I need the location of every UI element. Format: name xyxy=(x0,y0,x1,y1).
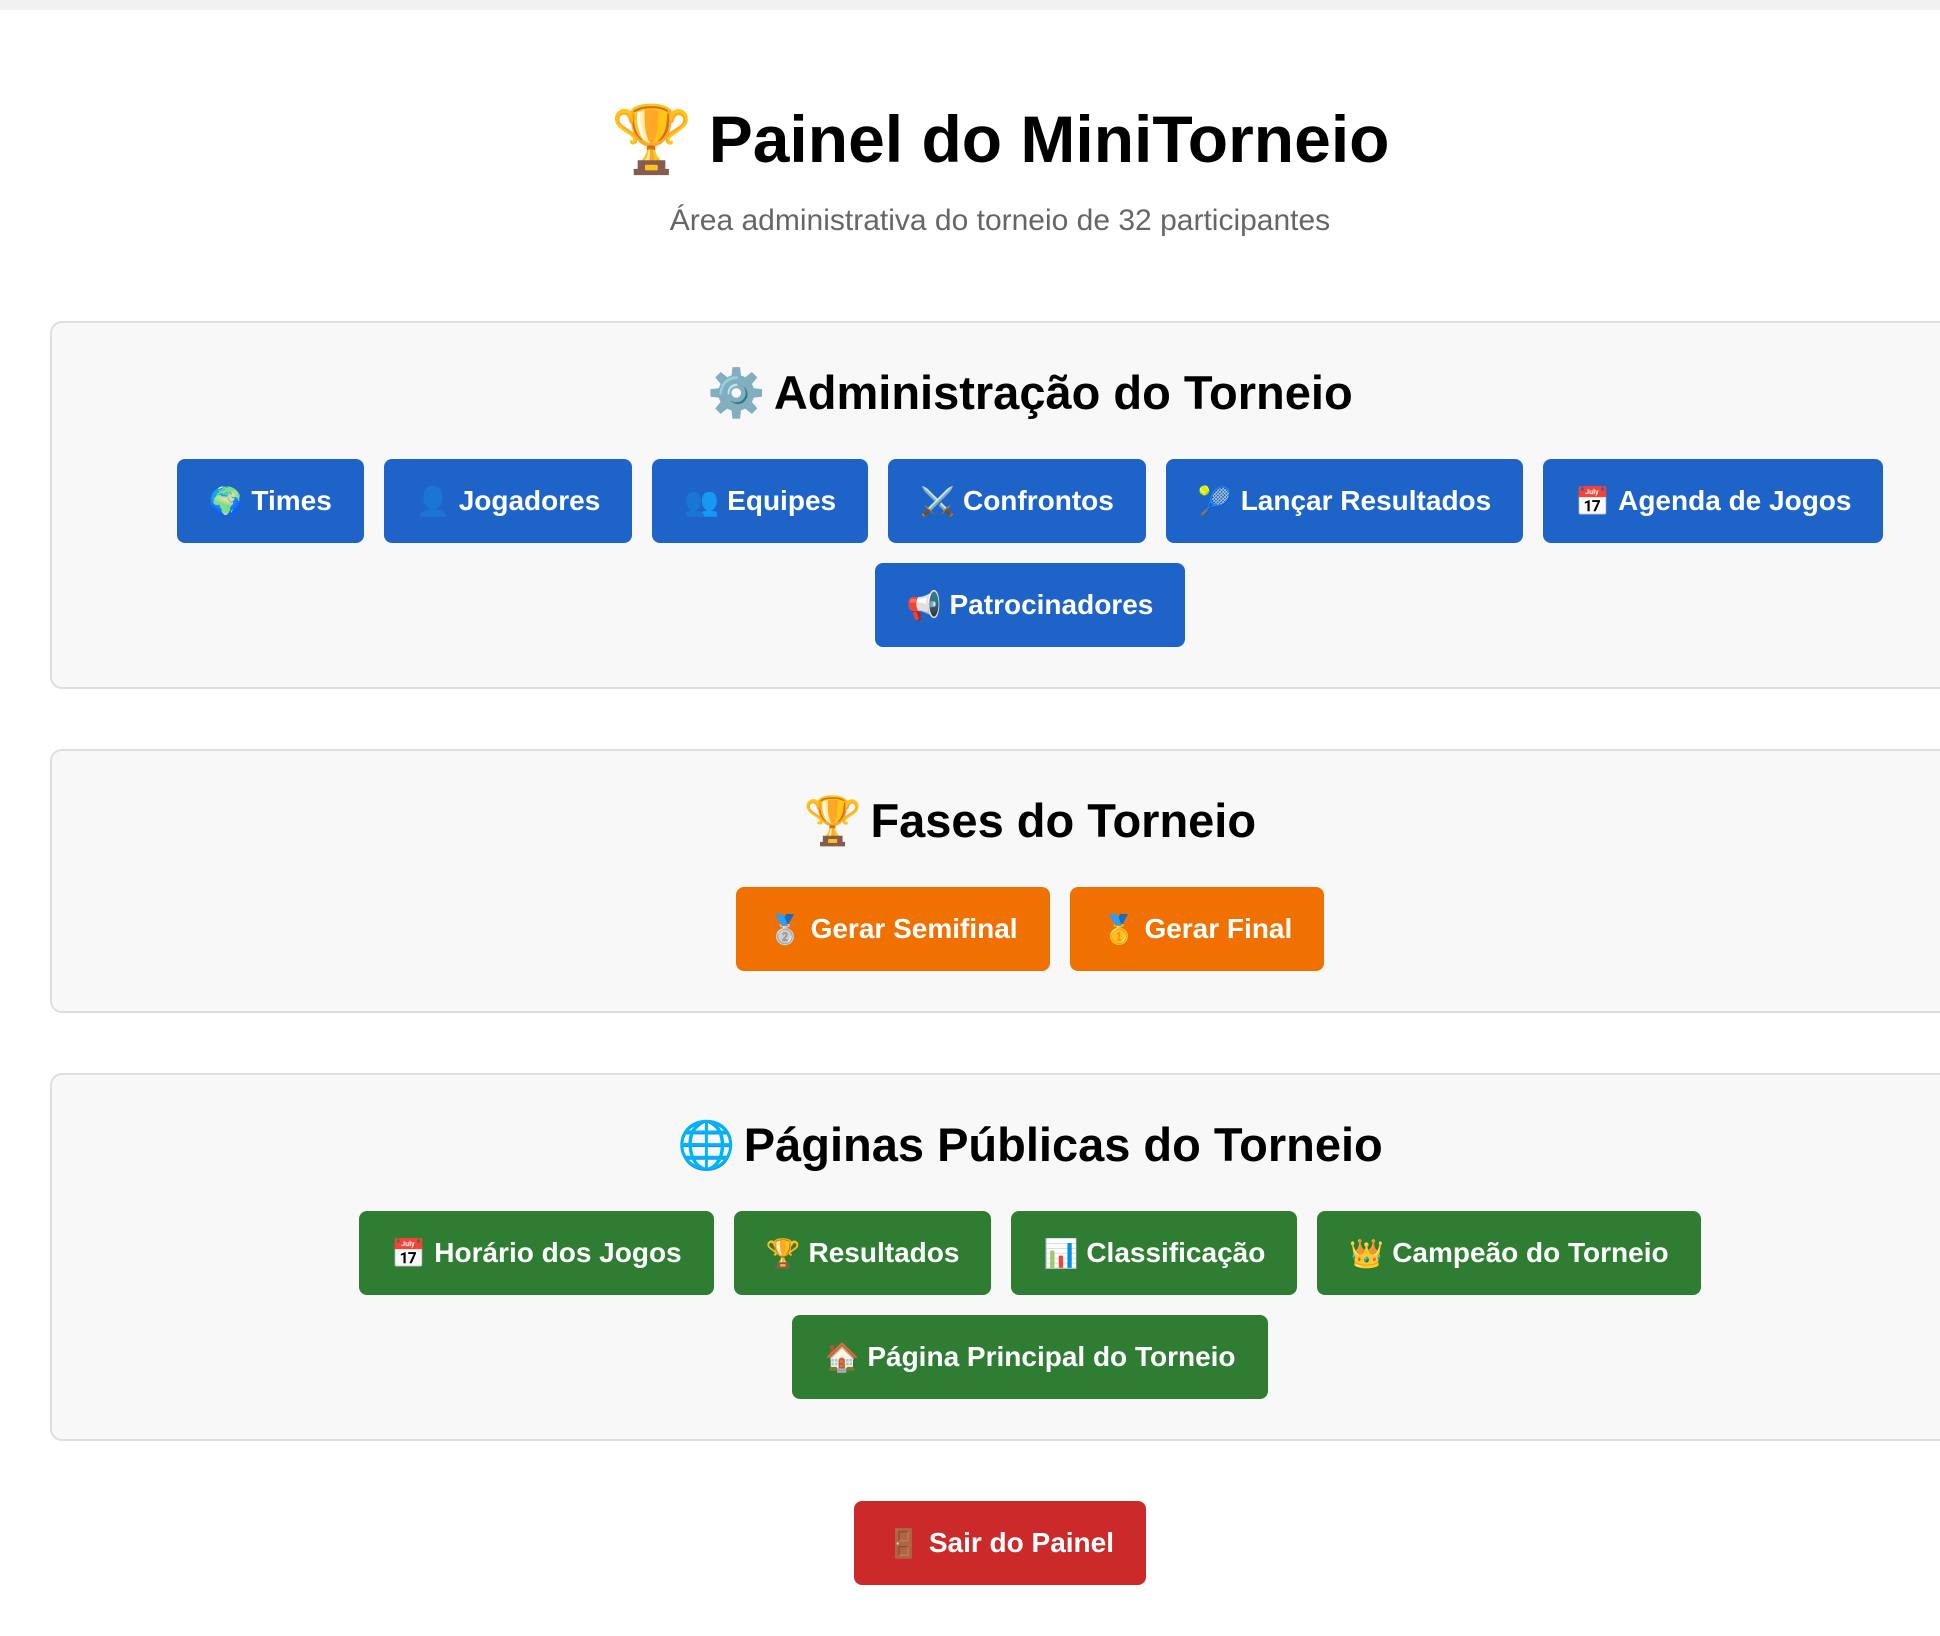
resultados-button[interactable]: 🏆 Resultados xyxy=(733,1211,992,1295)
pagina-principal-button[interactable]: 🏠 Página Principal do Torneio xyxy=(792,1315,1268,1399)
fases-section-title-text: Fases do Torneio xyxy=(870,794,1257,847)
trophy-icon: 🏆 xyxy=(765,1237,801,1269)
patrocinadores-button[interactable]: 📢 Patrocinadores xyxy=(874,563,1186,647)
public-pages-section-title-text: Páginas Públicas do Torneio xyxy=(743,1118,1383,1171)
public-pages-section: 🌐 Páginas Públicas do Torneio 📅 Horário do… xyxy=(50,1073,1940,1441)
public-pages-section-title: 🌐 Páginas Públicas do Torneio xyxy=(52,1117,1940,1173)
logout-area: 🚪 Sair do Painel xyxy=(0,1501,1940,1585)
patrocinadores-button-label: Patrocinadores xyxy=(949,589,1154,620)
lancar-resultados-button-label: Lançar Resultados xyxy=(1240,485,1492,516)
admin-section-title-text: Administração do Torneio xyxy=(773,366,1353,419)
classificacao-button-label: Classificação xyxy=(1086,1237,1266,1268)
people-icon: 👥 xyxy=(684,485,720,517)
lancar-resultados-button[interactable]: 🎾 Lançar Resultados xyxy=(1165,459,1524,543)
calendar-icon: 📅 xyxy=(1575,485,1611,517)
horario-dos-jogos-button[interactable]: 📅 Horário dos Jogos xyxy=(359,1211,714,1295)
logout-button-label: Sair do Painel xyxy=(928,1527,1115,1558)
admin-buttons-row-2: 📢 Patrocinadores xyxy=(52,563,1940,647)
resultados-button-label: Resultados xyxy=(808,1237,960,1268)
trophy-icon: 🏆 xyxy=(610,102,693,176)
calendar-icon: 📅 xyxy=(391,1237,427,1269)
equipes-button[interactable]: 👥 Equipes xyxy=(652,459,869,543)
top-strip xyxy=(0,0,1940,10)
public-buttons-row-2: 🏠 Página Principal do Torneio xyxy=(52,1315,1940,1399)
globe-icon: 🌍 xyxy=(208,485,244,517)
jogadores-button[interactable]: 👤 Jogadores xyxy=(383,459,633,543)
globe-with-meridians-icon: 🌐 xyxy=(677,1118,736,1171)
jogadores-button-label: Jogadores xyxy=(458,485,601,516)
person-icon: 👤 xyxy=(415,485,451,517)
classificacao-button[interactable]: 📊 Classificação xyxy=(1011,1211,1298,1295)
tennis-ball-icon: 🎾 xyxy=(1197,485,1233,517)
trophy-icon: 🏆 xyxy=(803,794,863,847)
page-title-text: Painel do MiniTorneio xyxy=(708,102,1390,176)
times-button-label: Times xyxy=(251,485,332,516)
house-icon: 🏠 xyxy=(824,1341,860,1373)
fases-section-title: 🏆 Fases do Torneio xyxy=(52,793,1940,849)
fases-section: 🏆 Fases do Torneio 🥈 Gerar Semifinal 🥇 Gera… xyxy=(50,749,1940,1013)
admin-section: ⚙️ Administração do Torneio 🌍 Times 👤 Jogad… xyxy=(50,321,1940,689)
page-subtitle: Área administrativa do torneio de 32 par… xyxy=(669,204,1331,238)
confrontos-button-label: Confrontos xyxy=(962,485,1114,516)
megaphone-icon: 📢 xyxy=(906,589,942,621)
public-buttons-row-1: 📅 Horário dos Jogos 🏆 Resultados 📊 Classifi… xyxy=(52,1211,1940,1295)
gear-icon: ⚙️ xyxy=(707,366,766,419)
crown-icon: 👑 xyxy=(1349,1237,1385,1269)
crossed-swords-icon: ⚔️ xyxy=(920,485,955,517)
page-header: 🏆 Painel do MiniTorneio Área administrati… xyxy=(0,100,1940,239)
fases-buttons-row: 🥈 Gerar Semifinal 🥇 Gerar Final xyxy=(52,887,1940,971)
gold-medal-icon: 🥇 xyxy=(1101,913,1137,945)
campeao-do-torneio-button-label: Campeão do Torneio xyxy=(1392,1237,1669,1268)
gerar-semifinal-button-label: Gerar Semifinal xyxy=(810,913,1018,944)
agenda-de-jogos-button-label: Agenda de Jogos xyxy=(1618,485,1852,516)
gerar-semifinal-button[interactable]: 🥈 Gerar Semifinal xyxy=(735,887,1050,971)
admin-section-title: ⚙️ Administração do Torneio xyxy=(52,365,1940,421)
bar-chart-icon: 📊 xyxy=(1043,1237,1079,1269)
confrontos-button[interactable]: ⚔️ Confrontos xyxy=(888,459,1146,543)
door-icon: 🚪 xyxy=(885,1527,921,1559)
page-title: 🏆 Painel do MiniTorneio xyxy=(0,100,1940,179)
silver-medal-icon: 🥈 xyxy=(767,913,803,945)
times-button[interactable]: 🌍 Times xyxy=(176,459,364,543)
campeao-do-torneio-button[interactable]: 👑 Campeão do Torneio xyxy=(1317,1211,1701,1295)
pagina-principal-button-label: Página Principal do Torneio xyxy=(867,1341,1236,1372)
agenda-de-jogos-button[interactable]: 📅 Agenda de Jogos xyxy=(1543,459,1884,543)
admin-buttons-row-1: 🌍 Times 👤 Jogadores 👥 Equipes ⚔️ Confrontos … xyxy=(52,459,1940,543)
gerar-final-button[interactable]: 🥇 Gerar Final xyxy=(1069,887,1325,971)
gerar-final-button-label: Gerar Final xyxy=(1144,913,1293,944)
logout-button[interactable]: 🚪 Sair do Painel xyxy=(853,1501,1147,1585)
horario-dos-jogos-button-label: Horário dos Jogos xyxy=(434,1237,682,1268)
equipes-button-label: Equipes xyxy=(727,485,837,516)
